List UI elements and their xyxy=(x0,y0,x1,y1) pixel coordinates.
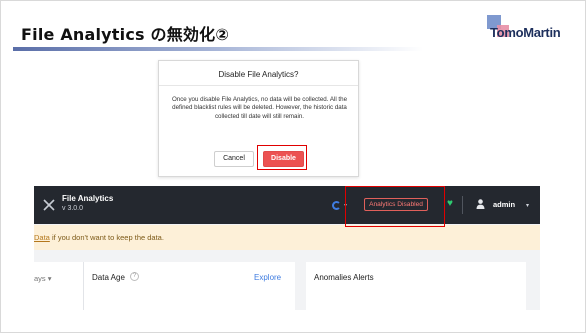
slide: File Analytics の無効化② TomoMartin Disable … xyxy=(0,0,586,333)
logo-text: TomoMartin xyxy=(490,25,561,40)
user-icon[interactable] xyxy=(476,199,485,209)
banner-data-link[interactable]: Data xyxy=(34,233,50,242)
header-divider xyxy=(462,196,463,214)
title-underline xyxy=(13,47,423,51)
banner-text: if you don't want to keep the data. xyxy=(52,233,164,242)
left-panel: ays ▾ xyxy=(34,262,84,310)
file-analytics-app: File Analytics v 3.0.0 ▾ Analytics Disab… xyxy=(34,186,540,310)
tomomartin-logo: TomoMartin xyxy=(487,15,565,43)
highlight-status-badge xyxy=(345,186,445,227)
warning-banner: Data if you don't want to keep the data. xyxy=(34,225,540,250)
app-version: v 3.0.0 xyxy=(62,205,84,212)
time-range-dropdown[interactable]: ays ▾ xyxy=(34,274,52,283)
spinner-icon[interactable] xyxy=(332,201,341,210)
time-range-label: ays xyxy=(34,274,46,283)
dialog-message: Once you disable File Analytics, no data… xyxy=(171,96,348,120)
anomalies-alerts-card: Anomalies Alerts xyxy=(306,262,526,310)
app-name: File Analytics xyxy=(62,194,114,203)
dialog-title: Disable File Analytics? xyxy=(218,70,299,79)
anomalies-title: Anomalies Alerts xyxy=(314,273,374,282)
data-age-card: Data Age ? Explore xyxy=(83,262,295,310)
app-header: File Analytics v 3.0.0 ▾ Analytics Disab… xyxy=(34,186,540,224)
close-icon[interactable] xyxy=(42,198,56,212)
help-icon[interactable]: ? xyxy=(130,272,139,281)
heart-icon[interactable]: ♥ xyxy=(447,198,453,209)
explore-link[interactable]: Explore xyxy=(254,273,281,282)
slide-title: File Analytics の無効化② xyxy=(21,25,230,44)
dialog-divider xyxy=(159,85,358,86)
user-menu-name[interactable]: admin xyxy=(493,200,515,209)
user-chevron-down-icon[interactable]: ▾ xyxy=(526,202,529,209)
data-age-title: Data Age xyxy=(92,273,125,282)
cancel-button[interactable]: Cancel xyxy=(214,151,254,167)
highlight-disable-button xyxy=(257,145,307,170)
